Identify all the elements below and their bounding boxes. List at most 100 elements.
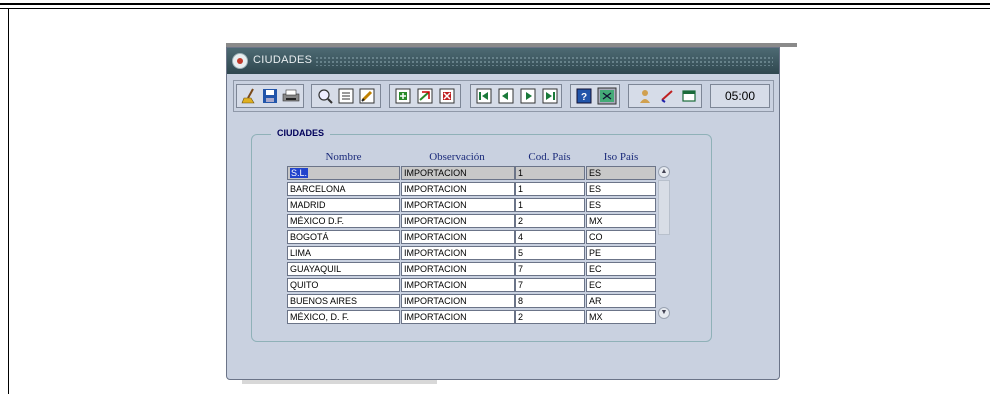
delete-record-icon xyxy=(439,88,455,104)
cell-text: QUITO xyxy=(290,280,319,290)
cell-text: MÉXICO, D. F. xyxy=(290,312,350,322)
cell-text: IMPORTACION xyxy=(404,216,467,226)
cell-cod-pais[interactable]: 7 xyxy=(515,278,585,292)
title-bar[interactable]: CIUDADES xyxy=(227,48,779,74)
query-button[interactable] xyxy=(315,87,335,105)
cell-observacion[interactable]: IMPORTACION xyxy=(401,182,515,196)
scroll-up-icon[interactable]: ▲ xyxy=(658,166,670,178)
cell-text: IMPORTACION xyxy=(404,232,467,242)
cell-nombre[interactable]: MÉXICO D.F. xyxy=(287,214,400,228)
cell-text: PE xyxy=(589,248,602,258)
window-icon xyxy=(682,90,696,102)
next-record-button[interactable] xyxy=(518,87,538,105)
cell-iso-pais[interactable]: ES xyxy=(586,166,656,180)
cell-observacion[interactable]: IMPORTACION xyxy=(401,310,515,324)
cell-cod-pais[interactable]: 2 xyxy=(515,310,585,324)
first-record-button[interactable] xyxy=(474,87,494,105)
edit-button[interactable] xyxy=(357,87,377,105)
cell-cod-pais[interactable]: 1 xyxy=(515,182,585,196)
toolbar-group-navigation xyxy=(470,84,562,108)
cell-cod-pais[interactable]: 4 xyxy=(515,230,585,244)
cell-cod-pais[interactable]: 5 xyxy=(515,246,585,260)
first-record-icon xyxy=(476,88,492,104)
next-record-icon xyxy=(520,88,536,104)
cell-iso-pais[interactable]: AR xyxy=(586,294,656,308)
toolbar-group-records xyxy=(389,84,461,108)
cell-text: IMPORTACION xyxy=(404,168,467,178)
cell-text: 7 xyxy=(518,280,524,290)
cell-iso-pais[interactable]: EC xyxy=(586,262,656,276)
help-icon: ? xyxy=(576,88,592,104)
user-button[interactable] xyxy=(635,87,655,105)
scroll-down-icon[interactable]: ▼ xyxy=(658,307,670,319)
last-record-button[interactable] xyxy=(540,87,560,105)
cell-nombre[interactable]: S.L. xyxy=(287,166,400,180)
cell-text: EC xyxy=(589,280,602,290)
toolbar-group-query xyxy=(311,84,381,108)
cell-text: AR xyxy=(589,296,602,306)
cell-text: 7 xyxy=(518,264,524,274)
previous-record-button[interactable] xyxy=(496,87,516,105)
cell-text: 5 xyxy=(518,248,524,258)
previous-record-icon xyxy=(498,88,514,104)
vertical-scrollbar[interactable]: ▲ ▼ xyxy=(658,166,670,319)
insert-record-button[interactable] xyxy=(393,87,413,105)
print-button[interactable] xyxy=(281,87,301,105)
list-button[interactable] xyxy=(336,87,356,105)
cell-observacion[interactable]: IMPORTACION xyxy=(401,262,515,276)
cell-iso-pais[interactable]: MX xyxy=(586,310,656,324)
cell-text: IMPORTACION xyxy=(404,280,467,290)
cell-cod-pais[interactable]: 2 xyxy=(515,214,585,228)
cell-observacion[interactable]: IMPORTACION xyxy=(401,230,515,244)
cell-text: 1 xyxy=(518,184,524,194)
svg-text:?: ? xyxy=(581,92,587,103)
clear-button[interactable] xyxy=(239,87,259,105)
cell-nombre[interactable]: GUAYAQUIL xyxy=(287,262,400,276)
cell-text: IMPORTACION xyxy=(404,184,467,194)
cell-observacion[interactable]: IMPORTACION xyxy=(401,246,515,260)
duplicate-record-button[interactable] xyxy=(415,87,435,105)
cell-text: CO xyxy=(589,232,603,242)
cell-text: IMPORTACION xyxy=(404,200,467,210)
window-button[interactable] xyxy=(679,87,699,105)
cell-iso-pais[interactable]: CO xyxy=(586,230,656,244)
delete-record-button[interactable] xyxy=(437,87,457,105)
cell-nombre[interactable]: QUITO xyxy=(287,278,400,292)
cell-nombre[interactable]: LIMA xyxy=(287,246,400,260)
cell-text: IMPORTACION xyxy=(404,248,467,258)
column-header-observacion: Observación xyxy=(429,151,485,163)
cell-cod-pais[interactable]: 7 xyxy=(515,262,585,276)
cell-observacion[interactable]: IMPORTACION xyxy=(401,278,515,292)
toolbar-group-help: ? xyxy=(570,84,620,108)
top-rule xyxy=(0,3,990,5)
cell-observacion[interactable]: IMPORTACION xyxy=(401,198,515,212)
cell-iso-pais[interactable]: ES xyxy=(586,182,656,196)
cell-nombre[interactable]: BARCELONA xyxy=(287,182,400,196)
scroll-thumb[interactable] xyxy=(658,180,670,235)
cell-text: ES xyxy=(589,168,602,178)
cell-cod-pais[interactable]: 1 xyxy=(515,198,585,212)
cell-text: BARCELONA xyxy=(290,184,346,194)
column-header-cod-pais: Cod. País xyxy=(528,151,571,163)
cell-cod-pais[interactable]: 8 xyxy=(515,294,585,308)
cell-iso-pais[interactable]: PE xyxy=(586,246,656,260)
cell-nombre[interactable]: MADRID xyxy=(287,198,400,212)
cell-iso-pais[interactable]: MX xyxy=(586,214,656,228)
cell-nombre[interactable]: BOGOTÁ xyxy=(287,230,400,244)
cell-iso-pais[interactable]: EC xyxy=(586,278,656,292)
cell-observacion[interactable]: IMPORTACION xyxy=(401,294,515,308)
help-button[interactable]: ? xyxy=(574,87,594,105)
save-button[interactable] xyxy=(260,87,280,105)
cell-nombre[interactable]: BUENOS AIRES xyxy=(287,294,400,308)
exit-icon xyxy=(597,87,617,105)
cell-observacion[interactable]: IMPORTACION xyxy=(401,214,515,228)
cell-observacion[interactable]: IMPORTACION xyxy=(401,166,515,180)
column-header-nombre: Nombre xyxy=(325,151,362,163)
user-icon xyxy=(640,90,650,103)
cell-cod-pais[interactable]: 1 xyxy=(515,166,585,180)
cell-iso-pais[interactable]: ES xyxy=(586,198,656,212)
cell-nombre[interactable]: MÉXICO, D. F. xyxy=(287,310,400,324)
cell-text: LIMA xyxy=(290,248,312,258)
check-button[interactable] xyxy=(657,87,677,105)
exit-button[interactable] xyxy=(596,87,618,105)
